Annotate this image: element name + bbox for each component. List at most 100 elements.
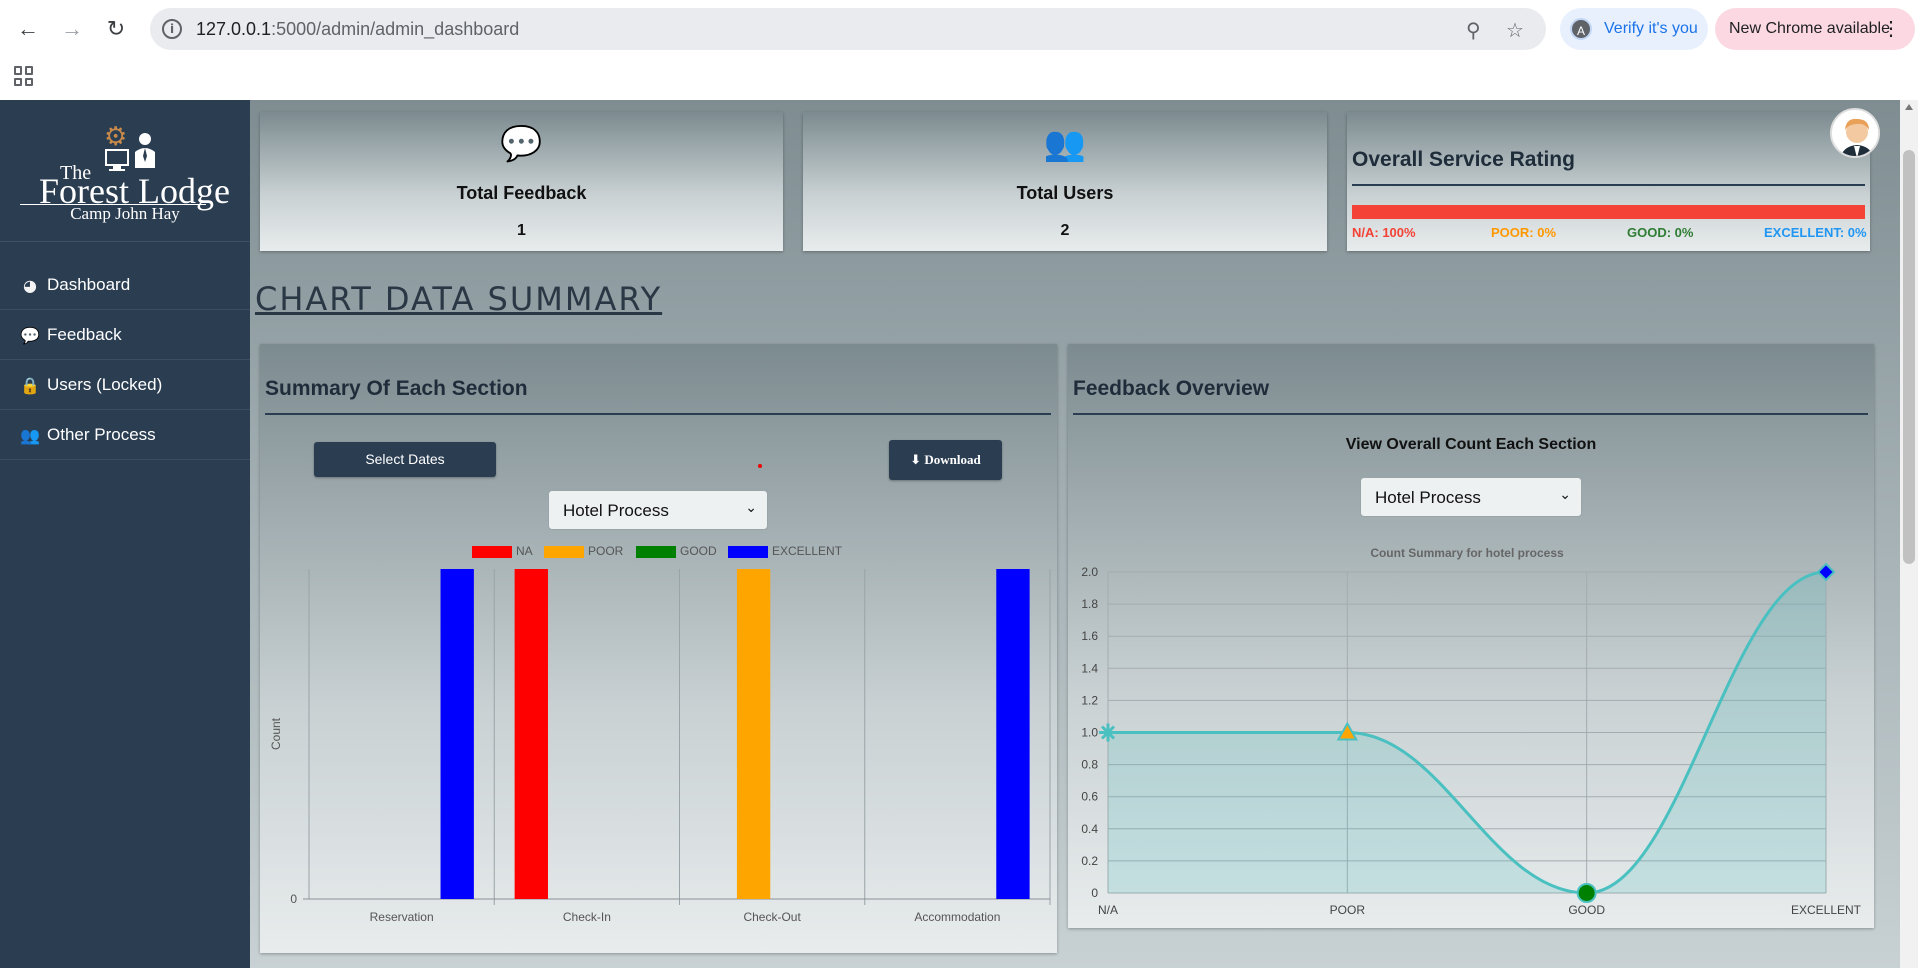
total-feedback-value: 1 — [517, 222, 526, 239]
sidebar-item-label: Feedback — [47, 325, 122, 344]
bookmarks-bar — [0, 58, 1918, 100]
y-tick-label: 1.8 — [1081, 597, 1098, 611]
reload-icon[interactable]: ↻ — [100, 13, 132, 45]
total-users-title: Total Users — [1016, 183, 1114, 203]
section-bar-chart: 0 Count Reservation Check-In Check-Out Accomm… — [269, 569, 1051, 924]
x-tick-label: Accommodation — [914, 910, 1000, 924]
rating-progress-bar — [1352, 205, 1865, 219]
total-feedback-card: 💬 Total Feedback 1 — [260, 112, 783, 251]
back-arrow-icon[interactable]: ← — [12, 13, 44, 45]
rating-poor-label: POOR: 0% — [1491, 225, 1557, 240]
x-tick-label: Reservation — [370, 910, 434, 924]
x-tick-label: GOOD — [1568, 903, 1605, 917]
new-chrome-label: New Chrome available — [1729, 20, 1890, 37]
chart-title: Count Summary for hotel process — [1370, 546, 1564, 560]
zoom-icon[interactable]: ⚲ — [1466, 18, 1481, 43]
divider — [265, 413, 1051, 415]
y-tick-label: 0 — [1091, 886, 1098, 900]
data-point — [1576, 883, 1597, 903]
sidebar-item-label: Other Process — [47, 425, 156, 444]
comments-icon: 💬 — [20, 326, 40, 345]
scroll-up-icon[interactable] — [1905, 104, 1913, 110]
total-users-value: 2 — [1060, 222, 1070, 239]
bar — [996, 569, 1030, 899]
legend-item-na: NA — [472, 544, 533, 558]
y-tick-label: 1.4 — [1081, 661, 1098, 675]
legend-item-poor: POOR — [544, 544, 623, 558]
sidebar-item-dashboard[interactable]: ◕ Dashboard — [0, 260, 250, 310]
legend-label: POOR — [588, 544, 624, 558]
summary-panel: Summary Of Each Section Select Dates ⬇ D… — [260, 344, 1057, 953]
divider — [1352, 184, 1865, 186]
service-rating-title: Overall Service Rating — [1352, 148, 1575, 171]
rating-excellent-label: EXCELLENT: 0% — [1764, 225, 1867, 240]
download-icon: ⬇ — [910, 453, 922, 468]
download-button[interactable]: ⬇ Download — [889, 440, 1002, 480]
legend-swatch — [472, 545, 512, 558]
forward-arrow-icon[interactable]: → — [56, 13, 88, 45]
bar — [514, 569, 548, 899]
total-feedback-title: Total Feedback — [456, 183, 587, 203]
gauge-icon: ◕ — [23, 276, 37, 295]
x-tick-label: POOR — [1330, 903, 1366, 917]
verify-label: Verify it's you — [1604, 20, 1698, 37]
sidebar-item-users-locked[interactable]: 🔒 Users (Locked) — [0, 360, 250, 410]
select-value: Hotel Process — [1375, 488, 1481, 507]
user-avatar[interactable] — [1830, 108, 1880, 158]
apps-grid-icon[interactable] — [14, 66, 34, 86]
bar-legend: NA POOR GOOD EXCELLENT — [472, 544, 872, 560]
x-tick-label: Check-In — [563, 910, 611, 924]
legend-label: EXCELLENT — [772, 544, 843, 558]
y-tick-label: 0.2 — [1081, 854, 1098, 868]
y-tick-label: 0 — [290, 892, 297, 906]
legend-item-excellent: EXCELLENT — [728, 544, 842, 558]
bookmark-star-icon[interactable]: ☆ — [1506, 18, 1524, 43]
address-bar[interactable]: i 127.0.0.1:5000/admin/admin_dashboard ⚲… — [150, 8, 1546, 50]
sidebar-item-feedback[interactable]: 💬 Feedback — [0, 310, 250, 360]
overview-panel: Feedback Overview View Overall Count Eac… — [1068, 344, 1874, 928]
rating-good-label: GOOD: 0% — [1627, 225, 1694, 240]
legend-swatch — [636, 545, 676, 558]
url-text: 127.0.0.1:5000/admin/admin_dashboard — [196, 19, 520, 39]
forest-lodge-logo[interactable]: ⚙ The Forest Lodge Camp John Hay — [0, 100, 250, 242]
rating-progress-fill — [1352, 205, 1865, 219]
select-value: Hotel Process — [563, 501, 669, 520]
y-tick-label: 1.0 — [1081, 726, 1098, 740]
avatar-icon — [1832, 110, 1878, 156]
x-tick-label: Check-Out — [743, 910, 801, 924]
bar — [736, 569, 771, 899]
summary-process-select[interactable]: Hotel Process ⌄ — [548, 490, 768, 530]
y-tick-label: 0.6 — [1081, 790, 1098, 804]
logo-subtitle: Camp John Hay — [70, 204, 180, 223]
download-label: Download — [924, 452, 981, 467]
admin-dashboard: ⚙ The Forest Lodge Camp John Hay ◕ Dashb… — [0, 100, 1918, 968]
y-tick-label: 1.6 — [1081, 629, 1098, 643]
page-title: CHART DATA SUMMARY — [255, 280, 663, 318]
comments-icon: 💬 — [500, 124, 543, 164]
users-icon: 👥 — [20, 426, 40, 445]
y-tick-label: 0.4 — [1081, 822, 1098, 836]
sidebar: ⚙ The Forest Lodge Camp John Hay ◕ Dashb… — [0, 100, 250, 968]
select-dates-button[interactable]: Select Dates — [314, 442, 496, 477]
legend-swatch — [728, 545, 768, 558]
users-icon: 👥 — [1043, 124, 1087, 164]
x-tick-label: EXCELLENT — [1791, 903, 1862, 917]
browser-toolbar: ← → ↻ i 127.0.0.1:5000/admin/admin_dashb… — [0, 0, 1918, 58]
overview-process-select[interactable]: Hotel Process ⌄ — [1360, 477, 1582, 517]
service-rating-card: Overall Service Rating N/A: 100% POOR: 0… — [1347, 112, 1870, 251]
sidebar-item-other-process[interactable]: 👥 Other Process — [0, 410, 250, 460]
lock-icon: 🔒 — [20, 376, 40, 395]
sidebar-item-label: Dashboard — [47, 275, 131, 294]
verify-button[interactable]: A Verify it's you — [1560, 8, 1708, 50]
legend-label: NA — [516, 544, 533, 558]
total-users-card: 👥 Total Users 2 — [803, 112, 1327, 251]
y-tick-label: 1.2 — [1081, 693, 1098, 707]
site-info-icon[interactable]: i — [162, 19, 182, 39]
y-tick-label: 2.0 — [1081, 565, 1098, 579]
x-tick-label: N/A — [1098, 903, 1118, 917]
new-chrome-button[interactable]: New Chrome available ⋮ — [1715, 8, 1915, 50]
page-scrollbar[interactable] — [1900, 100, 1918, 968]
scrollbar-thumb[interactable] — [1903, 150, 1915, 564]
menu-dots-icon[interactable]: ⋮ — [1881, 16, 1901, 41]
y-tick-label: 0.8 — [1081, 758, 1098, 772]
